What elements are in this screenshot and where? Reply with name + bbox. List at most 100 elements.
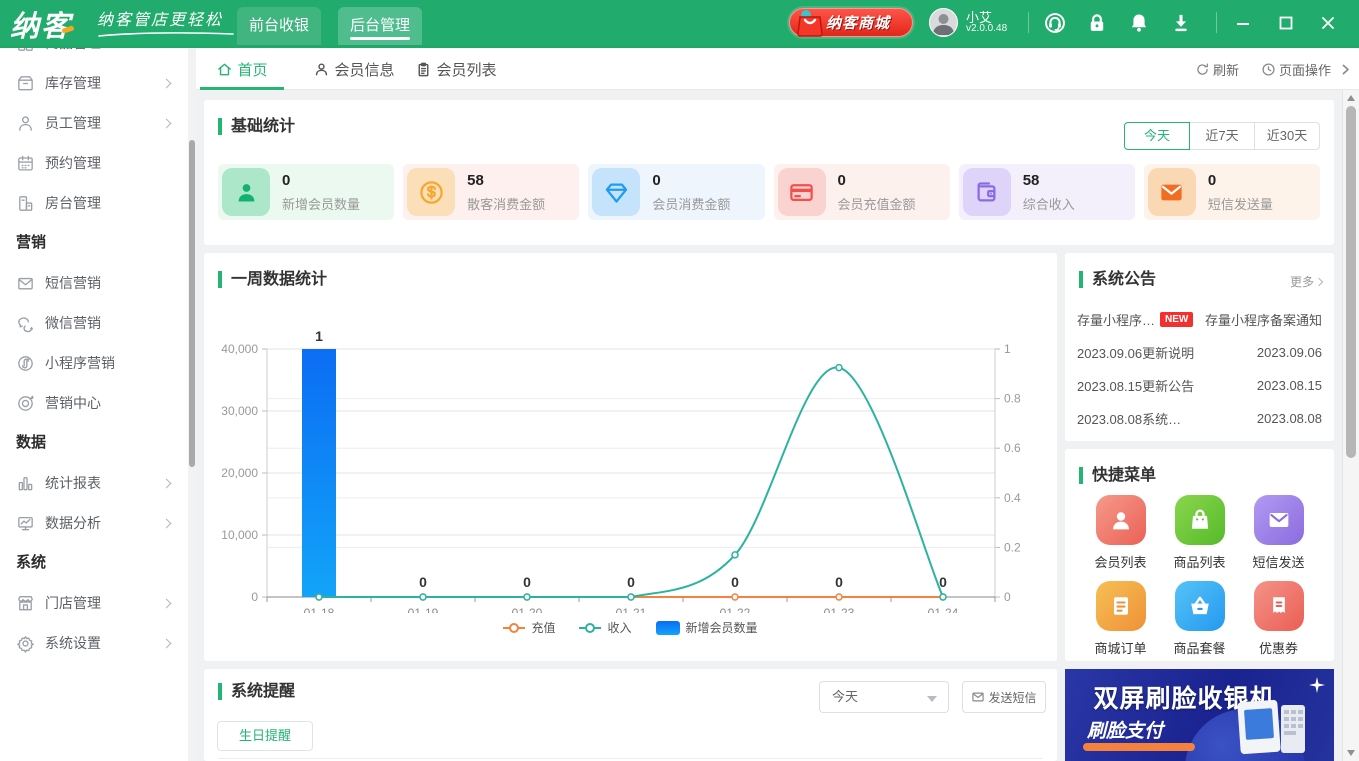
quick-coupons[interactable]: 优惠券 <box>1239 581 1318 657</box>
svg-text:0: 0 <box>419 574 427 590</box>
quick-menu-grid: 会员列表 商品列表 短信发送 商城订单 商品套餐 优惠券 <box>1081 495 1318 657</box>
system-reminder-panel: 系统提醒 今天 发送短信 生日提醒 <box>204 669 1057 761</box>
svg-text:0: 0 <box>731 574 739 590</box>
sidebar-item-label: 数据分析 <box>45 513 101 533</box>
announcement-right: 存量小程序备案通知 <box>1205 310 1322 329</box>
maximize-button[interactable] <box>1274 11 1298 35</box>
stat-value: 0 <box>838 172 916 189</box>
chevron-down-icon <box>927 696 937 702</box>
announcement-date: 2023.08.08 <box>1257 411 1322 426</box>
quick-member-list[interactable]: 会员列表 <box>1081 495 1160 571</box>
download-icon[interactable] <box>1169 11 1193 35</box>
member-icon <box>313 61 330 78</box>
sidebar-item-sms-marketing[interactable]: 短信营销 <box>0 263 188 303</box>
svg-text:1: 1 <box>315 328 323 344</box>
nav-tab-front-desk[interactable]: 前台收银 <box>237 7 321 45</box>
tab-member-info[interactable]: 会员信息 <box>304 48 404 90</box>
more-label: 更多 <box>1290 273 1314 290</box>
lock-icon[interactable] <box>1085 11 1109 35</box>
sidebar-item-wechat-marketing[interactable]: 微信营销 <box>0 303 188 343</box>
customer-service-icon[interactable] <box>1043 11 1067 35</box>
legend-recharge[interactable]: 充值 <box>503 619 555 636</box>
sidebar-item-goods[interactable]: 商品管理 <box>0 48 188 63</box>
refresh-label: 刷新 <box>1213 60 1239 79</box>
nav-tab-backend[interactable]: 后台管理 <box>338 7 422 45</box>
birthday-reminder-tab[interactable]: 生日提醒 <box>217 721 313 751</box>
chevron-right-icon <box>162 599 172 609</box>
page-ops-button[interactable]: 页面操作 <box>1261 48 1331 90</box>
svg-text:0.4: 0.4 <box>1004 491 1021 505</box>
page-scrollbar[interactable] <box>1342 90 1359 761</box>
quick-item-label: 短信发送 <box>1252 552 1304 571</box>
sidebar-item-analysis[interactable]: 数据分析 <box>0 503 188 543</box>
refresh-icon <box>1195 62 1210 77</box>
close-button[interactable] <box>1316 11 1340 35</box>
sidebar-section-system: 系统 <box>0 543 188 583</box>
sidebar-item-reports[interactable]: 统计报表 <box>0 463 188 503</box>
range-30days-button[interactable]: 近30天 <box>1254 122 1320 150</box>
envelope-icon <box>16 274 35 293</box>
minimize-button[interactable] <box>1231 11 1255 35</box>
sidebar-scrollbar-thumb[interactable] <box>189 140 195 467</box>
scroll-up-arrow-icon[interactable] <box>1347 95 1355 101</box>
announcement-row[interactable]: 2023.09.06更新说明 2023.09.06 <box>1077 336 1322 369</box>
coin-icon <box>407 168 455 216</box>
more-link[interactable]: 更多 <box>1290 273 1322 290</box>
shopping-bag-icon <box>1175 495 1225 545</box>
envelope-icon <box>971 690 985 704</box>
send-sms-button[interactable]: 发送短信 <box>962 681 1046 713</box>
scroll-down-arrow-icon[interactable] <box>1347 750 1355 756</box>
tab-member-list[interactable]: 会员列表 <box>406 48 506 90</box>
stat-label: 会员充值金额 <box>838 194 916 213</box>
bell-icon[interactable] <box>1127 11 1151 35</box>
ad-banner[interactable]: 双屏刷脸收银机 刷脸支付 <box>1065 669 1334 761</box>
page-scrollbar-thumb[interactable] <box>1346 106 1356 458</box>
sidebar-item-inventory[interactable]: 库存管理 <box>0 63 188 103</box>
envelope-icon <box>1254 495 1304 545</box>
slogan: 纳客管店更轻松 <box>97 6 235 39</box>
sidebar: 商品管理 库存管理 员工管理 预约管理 房台管理 营销 短信营销 微信营销 <box>0 48 188 761</box>
sidebar-item-label: 员工管理 <box>45 113 101 133</box>
announcement-row[interactable]: 2023.08.15更新公告 2023.08.15 <box>1077 369 1322 402</box>
page-tabbar: 首页 会员信息 会员列表 刷新 页面操作 <box>196 48 1359 90</box>
sidebar-item-label: 库存管理 <box>45 73 101 93</box>
tab-home[interactable]: 首页 <box>200 48 284 90</box>
svg-text:30,000: 30,000 <box>221 404 258 418</box>
titlebar-divider <box>1216 12 1217 33</box>
range-today-button[interactable]: 今天 <box>1124 122 1190 150</box>
quick-goods-list[interactable]: 商品列表 <box>1160 495 1239 571</box>
announcement-text: 2023.09.06更新说明 <box>1077 343 1194 362</box>
reminder-range-select[interactable]: 今天 <box>819 681 949 713</box>
announcement-row[interactable]: 存量小程序… NEW 存量小程序备案通知 <box>1077 303 1322 336</box>
legend-new-members[interactable]: 新增会员数量 <box>656 619 758 636</box>
sidebar-scrollbar[interactable] <box>188 48 196 761</box>
collapse-chevron-icon[interactable] <box>1338 48 1353 90</box>
sidebar-item-staff[interactable]: 员工管理 <box>0 103 188 143</box>
svg-text:0: 0 <box>939 574 947 590</box>
legend-income[interactable]: 收入 <box>579 619 631 636</box>
stat-card-member-spend: 0会员消费金额 <box>588 164 764 220</box>
mall-badge[interactable]: 纳客商城 <box>789 8 913 37</box>
quick-item-label: 会员列表 <box>1094 552 1146 571</box>
sidebar-item-room[interactable]: 房台管理 <box>0 183 188 223</box>
announcement-row[interactable]: 2023.08.08系统… 2023.08.08 <box>1077 402 1322 435</box>
sidebar-item-label: 微信营销 <box>45 313 101 333</box>
sidebar-item-marketing-center[interactable]: 营销中心 <box>0 383 188 423</box>
avatar[interactable] <box>929 8 958 37</box>
quick-goods-packages[interactable]: 商品套餐 <box>1160 581 1239 657</box>
tab-label: 首页 <box>237 59 267 80</box>
svg-text:40,000: 40,000 <box>221 342 258 356</box>
refresh-button[interactable]: 刷新 <box>1195 48 1239 90</box>
sidebar-item-store-management[interactable]: 门店管理 <box>0 583 188 623</box>
range-7days-button[interactable]: 近7天 <box>1189 122 1255 150</box>
quick-sms-send[interactable]: 短信发送 <box>1239 495 1318 571</box>
weekly-stats-title: 一周数据统计 <box>218 271 327 288</box>
quick-mall-orders[interactable]: 商城订单 <box>1081 581 1160 657</box>
quick-item-label: 优惠券 <box>1259 638 1298 657</box>
sidebar-item-booking[interactable]: 预约管理 <box>0 143 188 183</box>
send-sms-label: 发送短信 <box>988 689 1036 706</box>
avatar-image <box>930 9 957 36</box>
sidebar-item-miniprogram-marketing[interactable]: 小程序营销 <box>0 343 188 383</box>
sidebar-item-settings[interactable]: 系统设置 <box>0 623 188 663</box>
slogan-text: 纳客管店更轻松 <box>97 12 223 29</box>
